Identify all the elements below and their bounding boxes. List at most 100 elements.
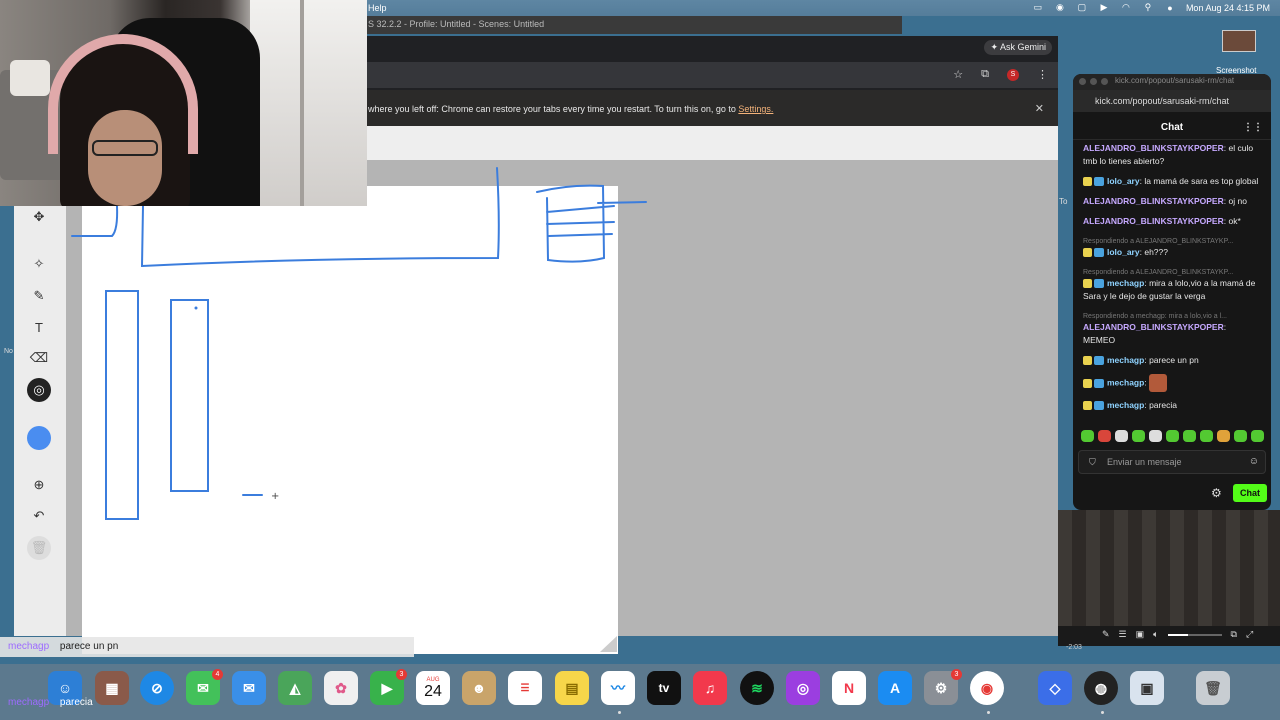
- menu-help[interactable]: Help: [368, 3, 387, 13]
- infobar-text: where you left off: Chrome can restore y…: [368, 104, 736, 114]
- mail-icon[interactable]: ✉: [232, 671, 266, 705]
- zoom-window-icon[interactable]: [1101, 78, 1108, 85]
- siri-icon[interactable]: ●: [1164, 2, 1176, 13]
- emote-icon[interactable]: [1234, 430, 1247, 442]
- appletv-label: tv: [658, 681, 670, 695]
- podcasts-icon[interactable]: ◎: [786, 671, 820, 705]
- music-icon[interactable]: ♫: [693, 671, 727, 705]
- webcam-window-frame: [300, 0, 304, 206]
- text-tool-icon[interactable]: T: [27, 315, 51, 339]
- notes-icon[interactable]: ▤: [555, 671, 589, 705]
- emote-icon[interactable]: [1132, 430, 1145, 442]
- volume-slider[interactable]: [1167, 633, 1222, 636]
- emote-icon[interactable]: [1217, 430, 1230, 442]
- profile-avatar[interactable]: S: [1007, 68, 1019, 81]
- kick-badge-icon: [1094, 378, 1104, 388]
- undo-icon[interactable]: ↶: [27, 504, 51, 528]
- emote-icon[interactable]: [1200, 430, 1213, 442]
- captions-icon[interactable]: ▣: [1136, 629, 1145, 640]
- extensions-icon[interactable]: ⧉: [981, 68, 989, 81]
- chat-username[interactable]: lolo_ary: [1107, 247, 1140, 257]
- chat-username[interactable]: mechagp: [1107, 400, 1144, 410]
- menu-dots-icon[interactable]: ⋮: [1037, 68, 1048, 81]
- freeform-icon[interactable]: 〰: [601, 671, 635, 705]
- chat-settings-gear-icon[interactable]: ⚙: [1211, 486, 1222, 500]
- appletv-icon[interactable]: tv: [647, 671, 681, 705]
- ask-gemini-button[interactable]: ✦ Ask Gemini: [984, 40, 1052, 55]
- trash-bin-icon[interactable]: 🗑: [1196, 671, 1230, 705]
- contacts-icon[interactable]: ☻: [462, 671, 496, 705]
- emote-icon[interactable]: [1251, 430, 1264, 442]
- reminders-icon[interactable]: ☰: [508, 671, 542, 705]
- infobar-settings-link[interactable]: Settings.: [738, 104, 773, 114]
- app-store-icon[interactable]: A: [878, 671, 912, 705]
- chat-username[interactable]: ALEJANDRO_BLINKSTAYKPOPER: [1083, 143, 1224, 153]
- bookmark-star-icon[interactable]: ☆: [953, 68, 963, 81]
- settings-badge: 3: [951, 669, 962, 680]
- control-icon[interactable]: ◉: [1054, 2, 1066, 13]
- chat-username[interactable]: mechagp: [1107, 355, 1144, 365]
- move-tool-icon[interactable]: ✥: [27, 205, 51, 229]
- emote-icon[interactable]: [1149, 430, 1162, 442]
- ticker-username: mechagp: [8, 641, 50, 652]
- chrome-icon[interactable]: ◉: [970, 671, 1004, 705]
- color-picker[interactable]: [27, 426, 51, 450]
- maps-icon[interactable]: ◭: [278, 671, 312, 705]
- obs-icon[interactable]: ◍: [1084, 671, 1118, 705]
- sub-badge-icon: [1083, 378, 1092, 388]
- close-icon[interactable]: ✕: [1035, 102, 1044, 115]
- emote-icon[interactable]: [1115, 430, 1128, 442]
- shape-tool-icon[interactable]: ◎: [27, 378, 51, 402]
- toolbar-icons: ☆ ⧉ S ⋮: [953, 68, 1048, 81]
- users-icon[interactable]: ⋮⋮: [1243, 122, 1263, 133]
- news-icon[interactable]: N: [832, 671, 866, 705]
- kick-url-bar[interactable]: kick.com/popout/sarusaki-rm/chat: [1073, 90, 1271, 112]
- preview-icon[interactable]: ▣: [1130, 671, 1164, 705]
- menu-clock[interactable]: Mon Aug 24 4:15 PM: [1186, 3, 1270, 13]
- chat-message: ALEJANDRO_BLINKSTAYKPOPER: oj no: [1083, 196, 1247, 206]
- chat-message: mechagp:: [1083, 374, 1267, 392]
- calendar-icon[interactable]: AUG 24: [416, 671, 450, 705]
- minimize-window-icon[interactable]: [1090, 78, 1097, 85]
- emote-icon[interactable]: [1081, 430, 1094, 442]
- emoji-icon[interactable]: ☺: [1249, 456, 1259, 467]
- desktop-screenshot-thumbnail[interactable]: [1222, 30, 1256, 52]
- chat-send-button[interactable]: Chat: [1233, 484, 1267, 502]
- search-icon[interactable]: ⚲: [1142, 2, 1154, 13]
- webcam-pillow: [10, 60, 50, 96]
- chat-message-input[interactable]: ⛉ Enviar un mensaje ☺: [1078, 450, 1266, 474]
- pencil-icon[interactable]: ✎: [1102, 629, 1110, 640]
- roblox-icon[interactable]: ◇: [1038, 671, 1072, 705]
- spotify-icon[interactable]: ≋: [740, 671, 774, 705]
- kick-badge-icon: [1094, 356, 1104, 366]
- close-window-icon[interactable]: [1079, 78, 1086, 85]
- chat-username[interactable]: mechagp: [1107, 278, 1144, 288]
- pip-icon[interactable]: ⧉: [1231, 629, 1237, 640]
- safari-icon[interactable]: ⊘: [140, 671, 174, 705]
- drawing-canvas[interactable]: [82, 186, 618, 654]
- play-icon[interactable]: ▶: [1098, 2, 1110, 13]
- chat-header: Chat ⋮⋮: [1073, 114, 1271, 140]
- webcam-window: [250, 0, 367, 206]
- volume-icon[interactable]: 🔈︎: [1153, 629, 1158, 640]
- pen-tool-icon[interactable]: ✎: [27, 284, 51, 308]
- fullscreen-icon[interactable]: ⤢: [1246, 629, 1253, 640]
- list-icon[interactable]: ☰: [1119, 629, 1127, 640]
- magic-tool-icon[interactable]: ✧: [27, 252, 51, 276]
- photos-icon[interactable]: ✿: [324, 671, 358, 705]
- zoom-icon[interactable]: ⊕: [27, 473, 51, 497]
- screen-icon[interactable]: ▢: [1076, 2, 1088, 13]
- chat-username[interactable]: ALEJANDRO_BLINKSTAYKPOPER: [1083, 322, 1224, 332]
- emote-icon[interactable]: [1098, 430, 1111, 442]
- wifi-icon[interactable]: ◠: [1120, 2, 1132, 13]
- eraser-tool-icon[interactable]: ⌫: [27, 346, 51, 370]
- battery-icon[interactable]: ▭: [1032, 2, 1044, 13]
- chat-username[interactable]: lolo_ary: [1107, 176, 1140, 186]
- emote-icon[interactable]: [1166, 430, 1179, 442]
- window-controls: [1079, 78, 1108, 85]
- trash-icon[interactable]: 🗑: [27, 536, 51, 560]
- emote-icon[interactable]: [1183, 430, 1196, 442]
- chat-username[interactable]: ALEJANDRO_BLINKSTAYKPOPER: [1083, 196, 1224, 206]
- chat-username[interactable]: mechagp: [1107, 377, 1144, 387]
- chat-username[interactable]: ALEJANDRO_BLINKSTAYKPOPER: [1083, 216, 1224, 226]
